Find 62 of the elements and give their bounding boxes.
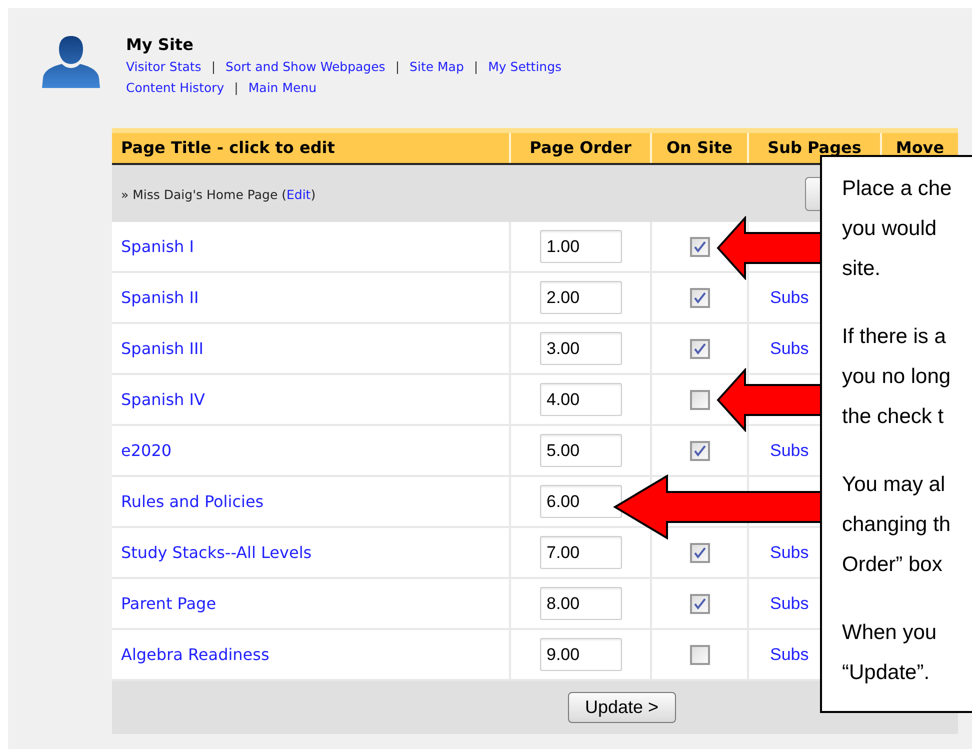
user-avatar-icon xyxy=(42,34,100,90)
page-order-field[interactable]: 4.00 xyxy=(540,383,622,416)
nav-link[interactable]: My Settings xyxy=(488,56,562,77)
on-site-checkbox[interactable] xyxy=(690,390,710,410)
nav-link[interactable]: Visitor Stats xyxy=(126,56,202,77)
page-title-link[interactable]: Rules and Policies xyxy=(121,490,264,514)
callout-text: When you xyxy=(842,620,938,646)
page-order-field[interactable]: 2.00 xyxy=(540,281,622,314)
on-site-checkbox[interactable] xyxy=(690,440,710,460)
nav-link[interactable]: Sort and Show Webpages xyxy=(226,56,386,77)
nav-link[interactable]: Site Map xyxy=(410,56,464,77)
callout-text: you would xyxy=(842,216,938,242)
page-order-field[interactable]: 7.00 xyxy=(540,536,622,569)
column-header: Page Title - click to edit xyxy=(120,137,336,159)
page-order-field[interactable]: 8.00 xyxy=(540,587,622,620)
nav-separator: | xyxy=(233,79,240,97)
page-title-link[interactable]: Algebra Readiness xyxy=(121,642,270,666)
callout-text: “Update”. xyxy=(842,660,931,686)
callout-text: Place a che xyxy=(842,176,953,202)
subs-link[interactable]: Subs xyxy=(770,642,809,668)
edit-link[interactable]: Edit xyxy=(286,186,311,202)
on-site-checkbox[interactable] xyxy=(690,338,710,358)
on-site-checkbox[interactable] xyxy=(690,644,710,664)
subs-link[interactable]: Subs xyxy=(770,438,809,464)
page-title-link[interactable]: Spanish IV xyxy=(121,388,205,412)
page-order-field[interactable]: 6.00 xyxy=(540,485,622,518)
page-order-field[interactable]: 1.00 xyxy=(540,230,622,263)
subs-link[interactable]: Subs xyxy=(770,540,809,566)
on-site-checkbox[interactable] xyxy=(690,288,710,308)
callout-text: You may al xyxy=(842,472,946,498)
page-order-field[interactable]: 3.00 xyxy=(540,332,622,365)
nav-separator: | xyxy=(210,58,217,76)
on-site-checkbox[interactable] xyxy=(690,594,710,614)
callout-text: you no long xyxy=(842,364,952,390)
page-title-link[interactable]: Spanish I xyxy=(121,234,194,258)
callout-text: the check t xyxy=(842,404,945,430)
nav-separator: | xyxy=(394,58,401,76)
page-title-link[interactable]: e2020 xyxy=(121,438,172,462)
on-site-checkbox[interactable] xyxy=(690,542,710,562)
column-header: Page Order xyxy=(509,133,650,163)
subs-link[interactable]: Subs xyxy=(770,590,809,616)
on-site-checkbox[interactable] xyxy=(690,236,710,256)
callout-text: If there is a xyxy=(842,324,947,350)
site-title: My Site xyxy=(126,34,194,56)
subs-link[interactable]: Subs xyxy=(770,336,809,362)
page-title-link[interactable]: Spanish III xyxy=(121,336,204,360)
nav-separator: | xyxy=(472,58,480,76)
home-page-row-text: » Miss Daig's Home Page (Edit) xyxy=(121,186,316,202)
page-order-field[interactable]: 5.00 xyxy=(540,434,622,467)
subs-link[interactable]: Subs xyxy=(770,284,809,310)
callout-text: site. xyxy=(842,256,882,282)
update-button[interactable]: Update > xyxy=(568,692,676,723)
callout-text: changing th xyxy=(842,512,952,538)
page-title-link[interactable]: Study Stacks--All Levels xyxy=(121,540,312,564)
callout-text: Order” box xyxy=(842,552,944,578)
page-order-field[interactable]: 9.00 xyxy=(540,638,622,671)
page-title-link[interactable]: Parent Page xyxy=(121,592,216,616)
nav-link[interactable]: Main Menu xyxy=(248,77,317,98)
page-title-link[interactable]: Spanish II xyxy=(121,286,199,310)
column-header: On Site xyxy=(650,133,747,163)
nav-link[interactable]: Content History xyxy=(126,77,224,98)
row-button[interactable] xyxy=(805,176,820,210)
